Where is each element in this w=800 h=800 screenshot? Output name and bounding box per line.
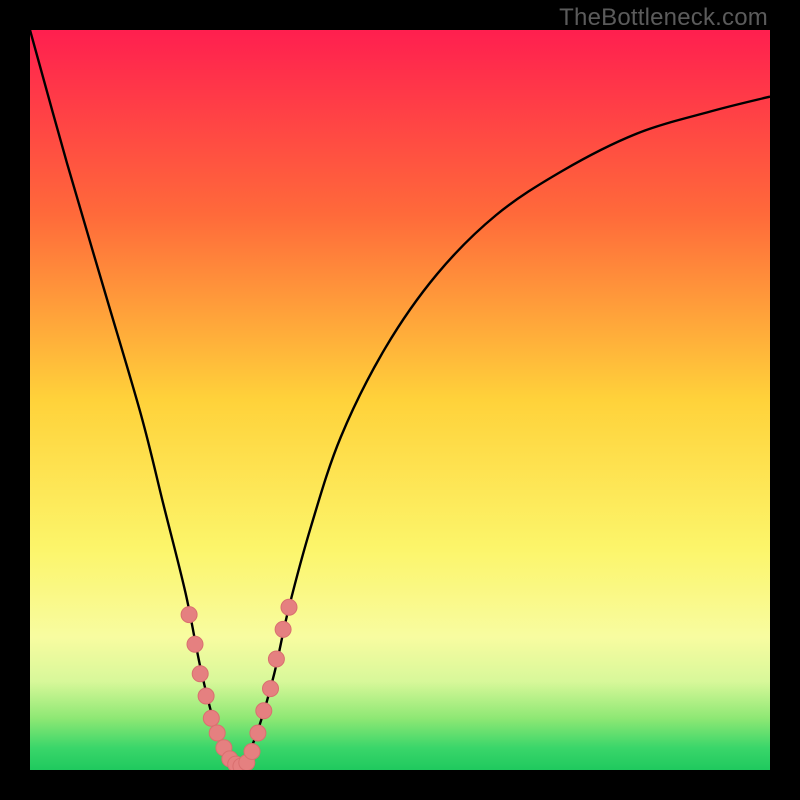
curve-marker xyxy=(244,744,260,760)
curve-marker xyxy=(198,688,214,704)
plot-area xyxy=(30,30,770,770)
curve-marker xyxy=(268,651,284,667)
curve-layer xyxy=(30,30,770,770)
curve-marker xyxy=(181,607,197,623)
bottleneck-curve xyxy=(30,30,770,770)
curve-marker xyxy=(263,681,279,697)
curve-marker xyxy=(250,725,266,741)
curve-marker xyxy=(187,636,203,652)
curve-marker xyxy=(203,710,219,726)
watermark-text: TheBottleneck.com xyxy=(559,4,768,32)
curve-marker xyxy=(275,621,291,637)
curve-marker xyxy=(209,725,225,741)
chart-frame: TheBottleneck.com xyxy=(0,0,800,800)
curve-marker xyxy=(256,703,272,719)
curve-markers xyxy=(181,599,297,770)
curve-marker xyxy=(192,666,208,682)
curve-marker xyxy=(281,599,297,615)
